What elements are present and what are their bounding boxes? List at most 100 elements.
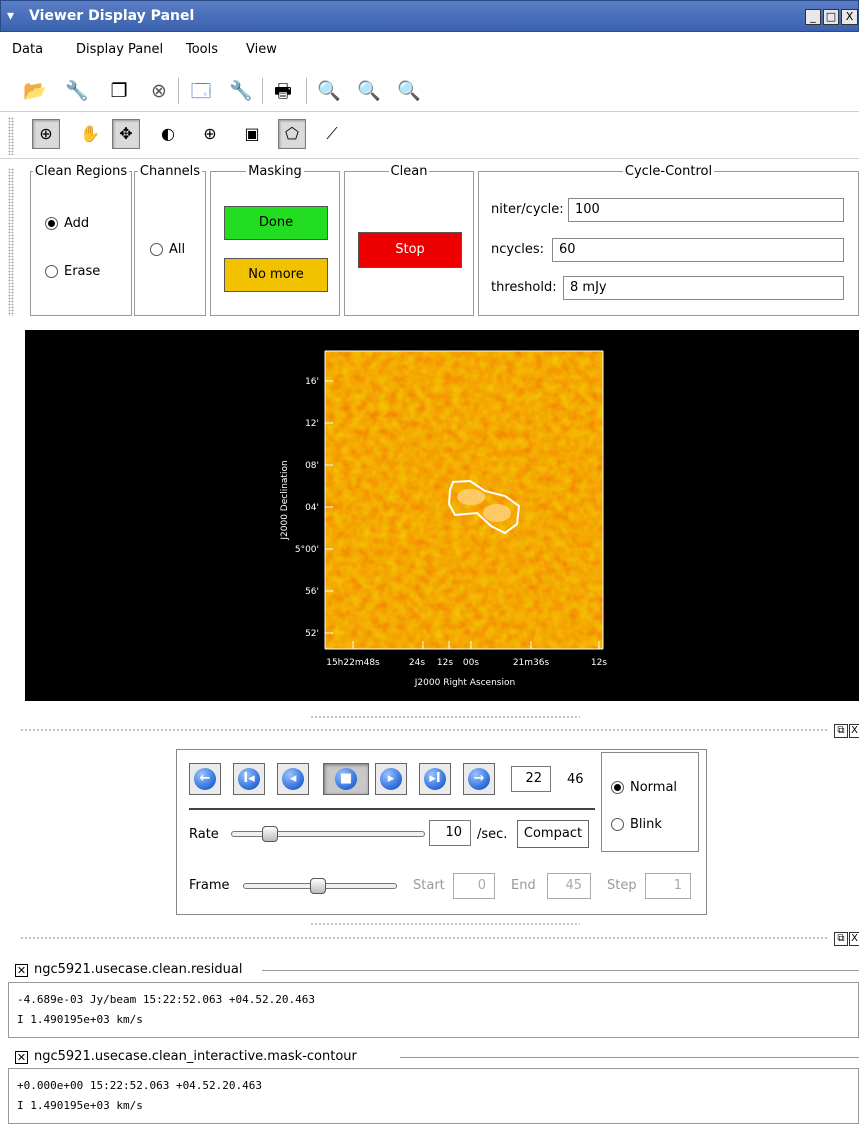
window-title: Viewer Display Panel (29, 8, 195, 24)
sky-image-plot[interactable]: 16' 12' 08' 04' 5°00' 56' 52' 15h22m48s … (25, 330, 859, 701)
frame-label: Frame (189, 878, 230, 893)
step-input[interactable]: 1 (645, 873, 691, 899)
normal-mode-radio[interactable]: Normal (611, 780, 677, 795)
mask-contour-position-panel: +0.000e+00 15:22:52.063 +04.52.20.463 I … (8, 1068, 859, 1124)
menu-data[interactable]: Data (12, 42, 43, 57)
image-canvas[interactable]: 16' 12' 08' 04' 5°00' 56' 52' 15h22m48s … (25, 330, 859, 701)
wrench-icon[interactable]: 🔧 (64, 78, 90, 104)
stop-button[interactable]: Stop (358, 232, 462, 268)
play-forward-button[interactable]: ▸ (375, 763, 407, 795)
y-tick-label: 52' (305, 629, 319, 639)
stop-icon: ■ (335, 768, 357, 790)
copy-window-icon[interactable]: ❐ (106, 78, 132, 104)
zoom-out-icon[interactable]: 🔍 (396, 78, 422, 104)
erase-radio[interactable]: Erase (45, 264, 100, 279)
close-animator-icon[interactable]: X (849, 724, 859, 738)
mask-contour-spectral-line: I 1.490195e+03 km/s (17, 1099, 143, 1112)
all-channels-radio[interactable]: All (150, 242, 185, 257)
forward-arrow-icon: → (468, 768, 490, 790)
step-forward-icon: ▸I (424, 768, 446, 790)
polyline-tool-icon[interactable]: ⟋ (318, 119, 346, 149)
mask-contour-value-line: +0.000e+00 15:22:52.063 +04.52.20.463 (17, 1079, 263, 1092)
contrast-tool-icon[interactable]: ◐ (154, 119, 182, 149)
open-icon[interactable]: 📂 (22, 78, 48, 104)
add-radio[interactable]: Add (45, 216, 89, 231)
clean-regions-group: Clean Regions (30, 164, 132, 316)
end-label: End (511, 878, 536, 893)
play-forward-icon: ▸ (380, 768, 402, 790)
total-frames: 46 (567, 772, 584, 787)
y-tick-label: 56' (305, 587, 319, 597)
minimize-button[interactable]: _ (805, 9, 821, 25)
cycle-control-legend: Cycle-Control (624, 164, 713, 179)
threshold-input[interactable]: 8 mJy (563, 276, 844, 300)
close-button[interactable]: X (841, 9, 858, 25)
residual-spectral-line: I 1.490195e+03 km/s (17, 1013, 143, 1026)
start-label: Start (413, 878, 445, 893)
go-to-start-button[interactable]: ← (189, 763, 221, 795)
x-tick-label: 21m36s (513, 658, 550, 668)
x-tick-label: 24s (409, 658, 425, 668)
step-back-button[interactable]: I◂ (233, 763, 265, 795)
residual-position-panel: -4.689e-03 Jy/beam 15:22:52.063 +04.52.2… (8, 982, 859, 1038)
rectangle-region-icon[interactable]: ▣ (238, 119, 266, 149)
step-label: Step (607, 878, 637, 893)
menu-tools[interactable]: Tools (186, 42, 218, 57)
y-tick-label: 16' (305, 377, 319, 387)
mask-contour-close-icon[interactable]: ✕ (15, 1051, 28, 1064)
channels-legend: Channels (139, 164, 201, 179)
blink-mode-radio[interactable]: Blink (611, 817, 662, 832)
maximize-button[interactable]: □ (823, 9, 839, 25)
pan-tool-icon[interactable]: ✋ (76, 119, 104, 149)
go-to-end-button[interactable]: → (463, 763, 495, 795)
window-menu-icon[interactable]: ▾ (7, 8, 23, 24)
rate-input[interactable]: 10 (429, 820, 471, 846)
menu-display-panel[interactable]: Display Panel (76, 42, 163, 57)
options-icon[interactable]: 🔧 (228, 78, 254, 104)
frame-slider-thumb[interactable] (310, 878, 327, 894)
stop-animation-button[interactable]: ■ (323, 763, 369, 795)
print-icon[interactable]: 🖶 (270, 78, 296, 104)
ncycles-input[interactable]: 60 (552, 238, 844, 262)
x-axis-label: J2000 Right Ascension (414, 678, 515, 688)
clean-control-area: Clean Regions Add Erase Channels All Mas… (0, 160, 859, 320)
zoom-fit-icon[interactable]: 🔍 (316, 78, 342, 104)
close-circle-icon[interactable]: ⊗ (146, 78, 172, 104)
start-input[interactable]: 0 (453, 873, 495, 899)
y-tick-label: 08' (305, 461, 319, 471)
residual-close-icon[interactable]: ✕ (15, 964, 28, 977)
y-axis-label: J2000 Declination (280, 460, 290, 540)
current-frame-input[interactable]: 22 (511, 766, 551, 792)
play-backward-button[interactable]: ◂ (277, 763, 309, 795)
x-tick-label: 15h22m48s (326, 658, 380, 668)
step-back-icon: I◂ (238, 768, 260, 790)
zoom-in-icon[interactable]: 🔍 (356, 78, 382, 104)
residual-panel-title: ngc5921.usecase.clean.residual (34, 962, 243, 977)
back-arrow-icon: ← (194, 768, 216, 790)
end-input[interactable]: 45 (547, 873, 591, 899)
rate-unit: /sec. (477, 827, 508, 842)
crosshair-tool-icon[interactable]: ⊕ (196, 119, 224, 149)
threshold-label: threshold: (491, 280, 557, 295)
polygon-region-icon[interactable]: ⬠ (278, 119, 306, 149)
masking-group: Masking (210, 164, 340, 316)
y-tick-label: 12' (305, 419, 319, 429)
close-position-icon[interactable]: X (849, 932, 859, 946)
undock-position-icon[interactable]: ⧉ (834, 932, 848, 946)
menu-view[interactable]: View (246, 42, 277, 57)
x-tick-label: 12s (437, 658, 453, 668)
niter-input[interactable]: 100 (568, 198, 844, 222)
y-tick-label: 5°00' (295, 545, 319, 555)
no-more-button[interactable]: No more (224, 258, 328, 292)
rate-slider[interactable] (231, 831, 425, 837)
done-button[interactable]: Done (224, 206, 328, 240)
compact-button[interactable]: Compact (517, 820, 589, 848)
new-panel-icon[interactable]: 🗔 (188, 78, 214, 104)
undock-animator-icon[interactable]: ⧉ (834, 724, 848, 738)
rate-slider-thumb[interactable] (261, 826, 278, 842)
step-forward-button[interactable]: ▸I (419, 763, 451, 795)
title-bar[interactable]: ▾ Viewer Display Panel _ □ X (0, 0, 859, 32)
ncycles-label: ncycles: (491, 242, 544, 257)
move-tool-icon[interactable]: ✥ (112, 119, 140, 149)
zoom-tool-icon[interactable]: ⊕ (32, 119, 60, 149)
